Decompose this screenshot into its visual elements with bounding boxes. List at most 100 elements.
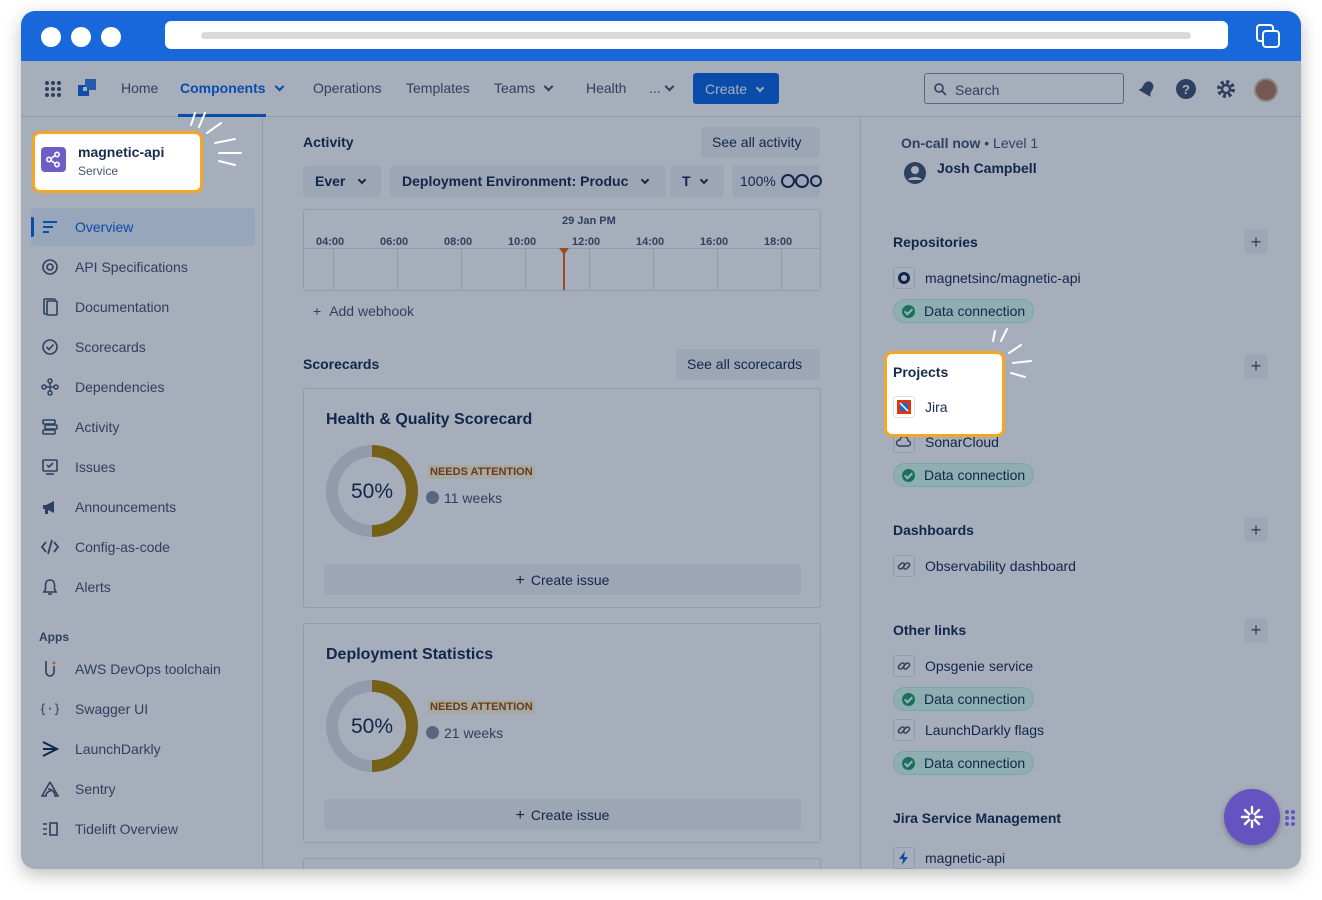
sidebar-item-activity[interactable]: Activity xyxy=(31,408,255,446)
sidebar-item-documentation[interactable]: Documentation xyxy=(31,288,255,326)
sidebar-item-label: Activity xyxy=(75,419,120,435)
oncall-person[interactable]: Josh Campbell xyxy=(937,160,1037,176)
add-webhook-link[interactable]: + Add webhook xyxy=(313,303,414,319)
see-all-activity-button[interactable]: See all activity xyxy=(701,127,820,158)
spotlight-service-header[interactable]: magnetic-api Service xyxy=(32,131,203,193)
rovo-assistant-button[interactable] xyxy=(1224,789,1280,845)
sidebar-item-issues[interactable]: Issues xyxy=(31,448,255,486)
nav-home[interactable]: Home xyxy=(121,80,158,96)
zoom-level: 100% xyxy=(740,173,776,189)
sidebar-item-label: Tidelift Overview xyxy=(75,821,178,837)
data-connection-badge: Data connection xyxy=(893,687,1035,711)
search-input[interactable]: Search xyxy=(924,73,1124,104)
filter-event-label: Ever xyxy=(315,173,346,189)
clock-icon xyxy=(426,726,439,739)
nav-components[interactable]: Components xyxy=(180,80,285,96)
sidebar-app-tidelift[interactable]: Tidelift Overview xyxy=(31,810,255,848)
filter-type-dropdown[interactable]: T xyxy=(670,166,724,197)
oncall-header: On-call now • Level 1 xyxy=(901,135,1039,151)
timeline-tick: 04:00 xyxy=(316,236,345,248)
needs-attention-badge: NEEDS ATTENTION xyxy=(428,465,535,479)
plus-icon: + xyxy=(1250,356,1262,376)
sidebar-app-swagger[interactable]: {·} Swagger UI xyxy=(31,690,255,728)
app-switcher-icon[interactable] xyxy=(45,81,61,97)
browser-chrome xyxy=(21,11,1301,61)
create-issue-label: Create issue xyxy=(530,807,610,823)
opsgenie-name: Opsgenie service xyxy=(925,658,1034,674)
timeline-tick: 10:00 xyxy=(508,236,537,248)
notifications-bell-icon[interactable] xyxy=(1137,79,1157,99)
user-avatar[interactable] xyxy=(1254,78,1278,102)
repositories-title: Repositories xyxy=(893,234,978,250)
sidebar-item-dependencies[interactable]: Dependencies xyxy=(31,368,255,406)
megaphone-icon xyxy=(43,501,54,514)
zoom-in-out-icon[interactable] xyxy=(780,173,822,191)
address-bar[interactable] xyxy=(165,21,1228,49)
add-dashboard-button[interactable]: + xyxy=(1244,518,1268,542)
nav-operations[interactable]: Operations xyxy=(313,80,381,96)
see-all-scorecards-button[interactable]: See all scorecards xyxy=(676,349,820,380)
drag-handle-icon[interactable] xyxy=(1284,809,1296,827)
api-spec-icon xyxy=(42,259,58,275)
activity-timeline[interactable]: 29 Jan PM 04:00 06:00 08:00 10:00 12:00 … xyxy=(303,209,821,291)
nav-more[interactable]: ... xyxy=(649,80,675,96)
settings-gear-icon[interactable] xyxy=(1215,78,1237,100)
copy-window-icon[interactable] xyxy=(1255,23,1281,49)
sidebar-item-label: API Specifications xyxy=(75,259,188,275)
timeline-gridline xyxy=(653,248,654,290)
sparkle-doodle-icon xyxy=(992,328,1032,378)
help-icon[interactable]: ? xyxy=(1175,78,1197,100)
timeline-now-marker xyxy=(563,250,565,290)
sidebar-app-launchdarkly[interactable]: LaunchDarkly xyxy=(31,730,255,768)
nav-teams[interactable]: Teams xyxy=(494,80,554,96)
compass-logo-icon[interactable] xyxy=(78,79,96,97)
sidebar-item-config-as-code[interactable]: Config-as-code xyxy=(31,528,255,566)
sidebar-item-label: Dependencies xyxy=(75,379,165,395)
sidebar-item-announcements[interactable]: Announcements xyxy=(31,488,255,526)
nav-templates[interactable]: Templates xyxy=(406,80,470,96)
scorecard-card[interactable]: Deployment Statistics 50% NEEDS ATTENTIO… xyxy=(303,623,821,843)
sidebar-item-label: Overview xyxy=(75,219,134,235)
sentry-icon xyxy=(41,781,59,797)
aws-devops-icon xyxy=(45,661,56,677)
activity-title: Activity xyxy=(303,134,354,150)
nav-health[interactable]: Health xyxy=(586,80,626,96)
timeline-gridline xyxy=(717,248,718,290)
sidebar-item-overview[interactable]: Overview xyxy=(31,208,255,246)
activity-icon xyxy=(42,419,58,435)
sidebar-item-label: LaunchDarkly xyxy=(75,741,161,757)
sidebar-item-api-specifications[interactable]: API Specifications xyxy=(31,248,255,286)
add-other-link-button[interactable]: + xyxy=(1244,618,1268,642)
create-issue-button[interactable]: + Create issue xyxy=(324,799,801,830)
scorecard-check-icon xyxy=(42,339,58,355)
sidebar-item-alerts[interactable]: Alerts xyxy=(31,568,255,606)
add-project-button[interactable]: + xyxy=(1244,354,1268,378)
sidebar-app-sentry[interactable]: Sentry xyxy=(31,770,255,808)
filter-deployment-label: Deployment Environment: Produc xyxy=(402,173,629,189)
projects-title: Projects xyxy=(893,364,949,380)
filter-deployment-environment-dropdown[interactable]: Deployment Environment: Produc xyxy=(390,166,666,197)
sidebar-item-scorecards[interactable]: Scorecards xyxy=(31,328,255,366)
sidebar-app-aws-devops[interactable]: AWS DevOps toolchain xyxy=(31,650,255,688)
scorecard-card[interactable]: Health & Quality Scorecard 50% NEEDS ATT… xyxy=(303,388,821,608)
data-connection-badge: Data connection xyxy=(893,463,1035,487)
add-webhook-label: Add webhook xyxy=(329,303,415,319)
svg-text:?: ? xyxy=(1182,82,1190,97)
window-maximize-dot[interactable] xyxy=(101,27,121,47)
search-placeholder: Search xyxy=(955,82,1000,98)
person-avatar-icon xyxy=(904,162,926,184)
timeline-gridline xyxy=(525,248,526,290)
add-repository-button[interactable]: + xyxy=(1244,230,1268,254)
window-close-dot[interactable] xyxy=(41,27,61,47)
create-button[interactable]: Create xyxy=(693,73,779,104)
filter-type-label: T xyxy=(682,173,691,189)
jsm-service-name: magnetic-api xyxy=(925,850,1006,866)
filter-event-dropdown[interactable]: Ever xyxy=(303,166,381,197)
create-issue-button[interactable]: + Create issue xyxy=(324,564,801,595)
scorecard-percent: 50% xyxy=(350,480,394,503)
repository-name: magnetsinc/magnetic-api xyxy=(925,270,1081,286)
window-minimize-dot[interactable] xyxy=(71,27,91,47)
create-button-label: Create xyxy=(705,81,748,97)
sidebar-item-label: Announcements xyxy=(75,499,177,515)
overview-icon xyxy=(43,221,57,233)
